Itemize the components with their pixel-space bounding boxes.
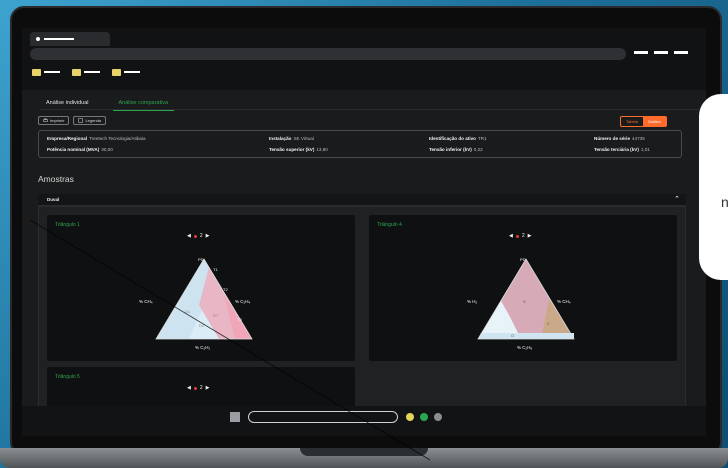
decorative-line: [29, 219, 431, 461]
